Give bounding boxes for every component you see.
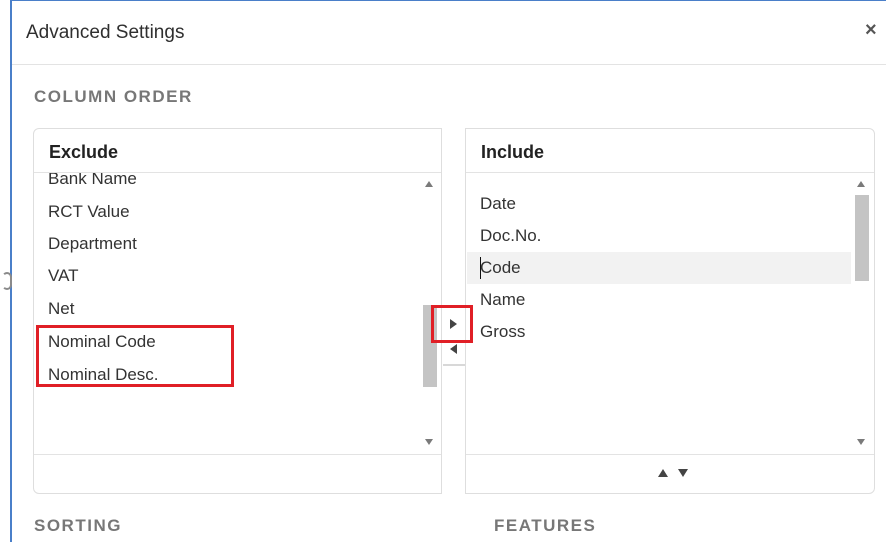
exclude-panel: Exclude Bank Name RCT Value Department V… [33,128,442,494]
exclude-list[interactable]: Bank Name RCT Value Department VAT Net N… [34,173,441,455]
section-features: FEATURES [494,516,597,535]
list-item[interactable]: Date [480,194,516,214]
scroll-up-icon[interactable] [425,181,433,187]
resize-handle[interactable] [2,272,12,290]
list-item[interactable]: VAT [48,266,79,286]
include-footer [466,454,874,493]
scroll-thumb[interactable] [855,195,869,281]
move-up-button[interactable] [656,466,670,480]
list-item[interactable]: Department [48,234,137,254]
exclude-footer [34,454,441,493]
triangle-down-icon [678,469,688,477]
divider [443,364,465,366]
window-edge-top [10,0,886,1]
window-edge-left [10,0,12,542]
section-column-order: COLUMN ORDER [34,87,193,106]
scroll-down-icon[interactable] [425,439,433,445]
include-scrollbar[interactable] [852,173,870,455]
header-divider [12,64,886,65]
exclude-header: Exclude [34,129,441,173]
list-item[interactable]: Name [480,290,525,310]
highlight-box-move-right [431,305,473,343]
include-header: Include [466,129,874,173]
triangle-up-icon [658,469,668,477]
scroll-up-icon[interactable] [857,181,865,187]
include-list[interactable]: Date Doc.No. Code Name Gross [466,173,874,455]
list-item[interactable]: Doc.No. [480,226,541,246]
list-item[interactable]: Net [48,299,74,319]
list-item[interactable]: Bank Name [48,173,137,189]
dialog-title: Advanced Settings [26,22,185,43]
arrow-left-icon [450,344,457,354]
include-panel: Include Date Doc.No. Code Name Gross [465,128,875,494]
highlight-box-nominal-items [36,325,234,387]
section-sorting: SORTING [34,516,122,535]
scroll-down-icon[interactable] [857,439,865,445]
selected-row-highlight [467,252,851,284]
move-down-button[interactable] [676,466,690,480]
list-item-selected[interactable]: Code [480,258,521,278]
list-item[interactable]: Gross [480,322,525,342]
close-icon[interactable]: × [865,20,877,40]
list-item[interactable]: RCT Value [48,202,130,222]
text-caret [480,257,481,279]
